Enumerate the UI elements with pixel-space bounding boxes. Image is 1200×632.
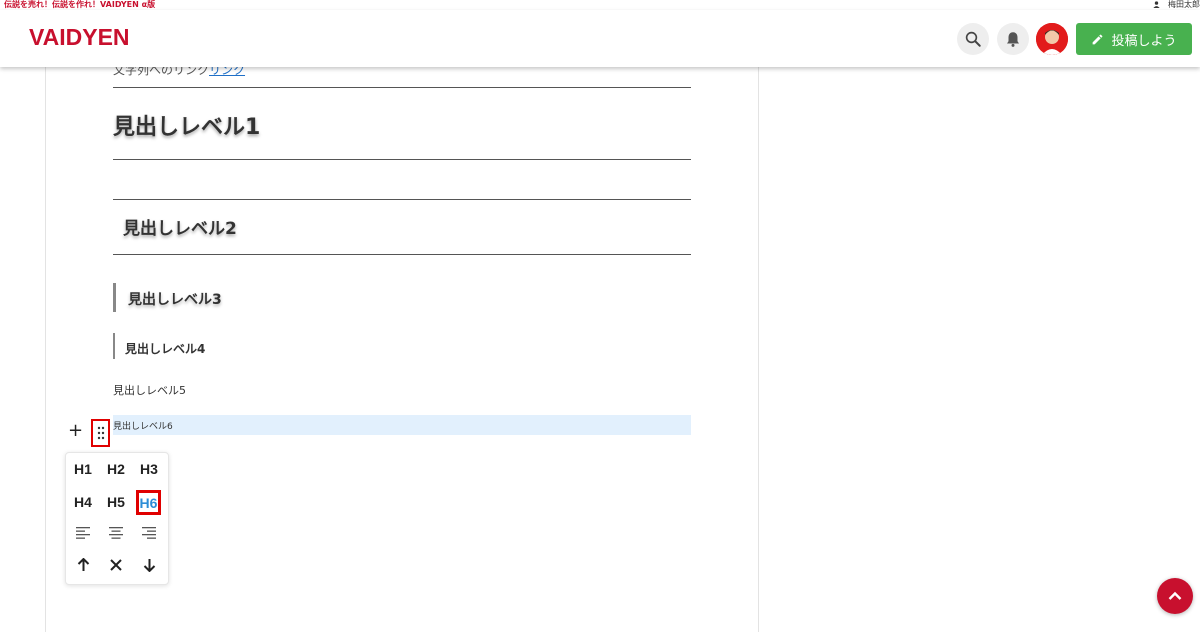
divider — [113, 87, 691, 88]
drag-handle-icon — [97, 426, 104, 440]
heading-5-button[interactable]: H5 — [104, 491, 128, 513]
align-right-icon — [142, 527, 156, 539]
site-logo[interactable]: VAIDYEN — [29, 24, 130, 51]
drag-handle-button[interactable] — [91, 419, 110, 447]
heading-3-text: 見出しレベル3 — [128, 292, 222, 308]
delete-block-button[interactable] — [104, 554, 128, 576]
heading-2-block[interactable]: 見出しレベル2 — [113, 199, 691, 255]
heading-3-button[interactable]: H3 — [137, 458, 161, 480]
arrow-up-icon — [77, 558, 89, 571]
align-right-button[interactable] — [137, 522, 161, 544]
close-icon — [110, 559, 122, 571]
pencil-icon — [1093, 34, 1103, 44]
align-center-button[interactable] — [104, 522, 128, 544]
align-left-button[interactable] — [71, 522, 95, 544]
search-icon — [965, 31, 981, 47]
content-right-border — [758, 67, 759, 632]
notification-button[interactable] — [997, 23, 1029, 55]
heading-3-block[interactable]: 見出しレベル3 — [113, 283, 222, 312]
avatar-image — [1036, 23, 1068, 55]
top-strip: 伝説を売れ！伝説を作れ！VAIDYEN α版 梅田太郎 — [0, 0, 1200, 10]
align-left-icon — [76, 527, 90, 539]
bell-icon — [1007, 32, 1019, 47]
post-button-label: 投稿しよう — [1111, 33, 1177, 49]
heading-4-text: 見出しレベル4 — [125, 342, 206, 356]
site-tagline: 伝説を売れ！伝説を作れ！VAIDYEN α版 — [4, 0, 156, 9]
search-button[interactable] — [957, 23, 989, 55]
heading-1-button[interactable]: H1 — [71, 458, 95, 480]
heading-1-block[interactable]: 見出しレベル1 — [113, 109, 260, 141]
heading-2-button[interactable]: H2 — [104, 458, 128, 480]
heading-4-button[interactable]: H4 — [71, 491, 95, 513]
back-to-top-button[interactable] — [1157, 578, 1193, 614]
site-header: VAIDYEN 投稿しよう — [0, 10, 1200, 67]
username: 梅田太郎 — [1168, 0, 1200, 9]
add-block-button[interactable]: + — [68, 421, 83, 441]
heading-5-block[interactable]: 見出しレベル5 — [113, 382, 186, 398]
content-left-border — [45, 67, 46, 632]
block-format-toolbar: H1 H2 H3 H4 H5 H6 — [65, 452, 169, 585]
heading-6-button[interactable]: H6 — [136, 490, 161, 515]
heading-4-block[interactable]: 見出しレベル4 — [113, 333, 205, 359]
align-center-icon — [109, 527, 123, 539]
arrow-down-icon — [143, 559, 155, 572]
user-info[interactable]: 梅田太郎 — [1153, 0, 1200, 10]
avatar[interactable] — [1036, 23, 1068, 55]
heading-1-underline — [113, 159, 691, 160]
chevron-up-icon — [1168, 591, 1182, 600]
person-icon — [1153, 1, 1161, 8]
move-up-button[interactable] — [71, 554, 95, 576]
post-button[interactable]: 投稿しよう — [1076, 23, 1192, 55]
move-down-button[interactable] — [137, 554, 161, 576]
heading-6-text: 見出しレベル6 — [113, 422, 173, 432]
heading-6-block-selected[interactable]: 見出しレベル6 — [113, 415, 691, 435]
heading-2-text: 見出しレベル2 — [123, 219, 237, 239]
